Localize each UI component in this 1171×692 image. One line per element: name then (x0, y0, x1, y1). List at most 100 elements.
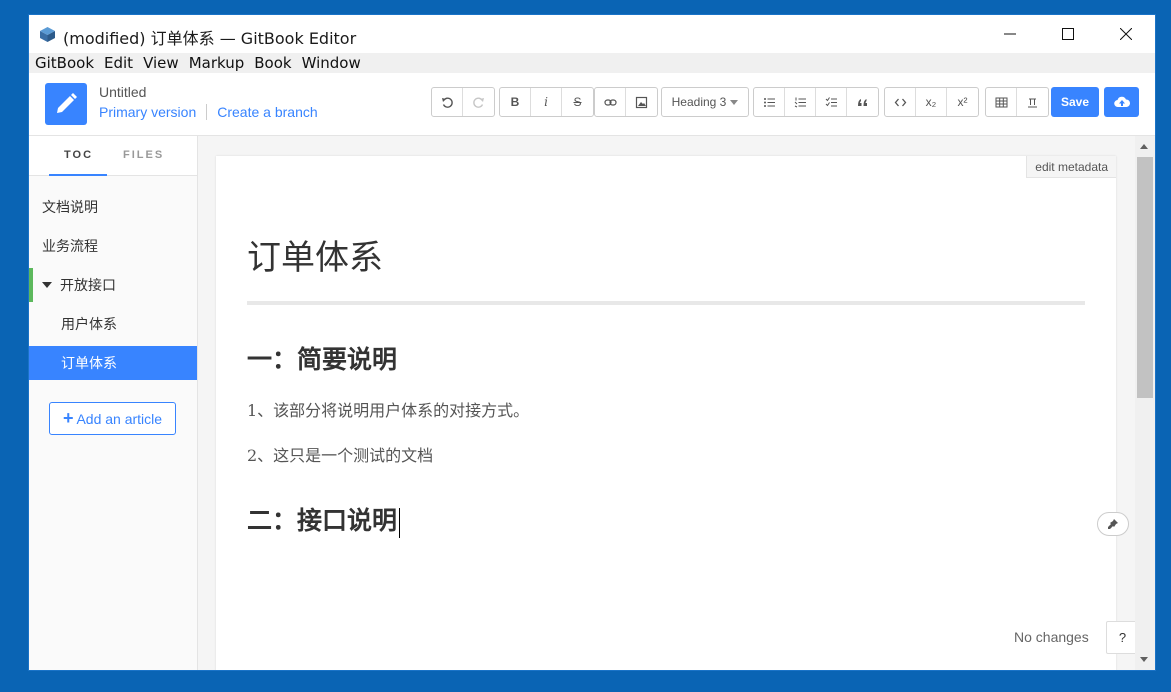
scroll-down-arrow-icon[interactable] (1140, 657, 1148, 662)
caret-down-icon[interactable] (42, 282, 52, 288)
plus-icon: + (62, 408, 74, 428)
editor-page[interactable]: edit metadata 订单体系 一：简要说明 1、该部分将说明用户体系的对… (216, 156, 1116, 670)
toc-item-order-system[interactable]: 订单体系 (29, 346, 197, 380)
save-status: No changes (1014, 629, 1089, 645)
toc-item-label: 用户体系 (61, 317, 117, 333)
save-button[interactable]: Save (1051, 87, 1099, 117)
vertical-scrollbar[interactable] (1135, 136, 1155, 670)
menu-edit[interactable]: Edit (104, 54, 133, 72)
superscript-button[interactable]: x² (947, 88, 978, 116)
edit-metadata-button[interactable]: edit metadata (1026, 156, 1116, 178)
redo-button[interactable] (463, 88, 494, 116)
window-title: (modified) 订单体系 — GitBook Editor (63, 29, 357, 48)
tab-files[interactable]: FILES (123, 149, 164, 161)
task-list-button[interactable] (816, 88, 847, 116)
pin-button[interactable] (1097, 512, 1129, 536)
gitbook-app-icon (40, 27, 55, 42)
toc-item-label: 开放接口 (60, 278, 116, 294)
bold-button[interactable]: B (500, 88, 531, 116)
menu-gitbook[interactable]: GitBook (35, 54, 94, 72)
add-article-label: Add an article (76, 410, 163, 427)
sidebar-tabs: TOC FILES (29, 136, 197, 176)
menu-markup[interactable]: Markup (189, 54, 245, 72)
link-separator (206, 104, 208, 120)
toc-item-label: 业务流程 (42, 239, 98, 255)
editor-header: Untitled Primary version Create a branch… (29, 73, 1155, 136)
link-button[interactable] (595, 88, 626, 116)
tab-toc[interactable]: TOC (64, 149, 93, 161)
minimize-icon (1004, 33, 1016, 35)
bullet-list-icon (763, 97, 775, 107)
paragraph-2[interactable]: 2、这只是一个测试的文档 (247, 442, 433, 466)
bullet-list-button[interactable] (754, 88, 785, 116)
scroll-up-arrow-icon[interactable] (1140, 144, 1148, 149)
close-button[interactable] (1097, 15, 1155, 53)
toolbar-format: B i S (499, 87, 600, 117)
primary-version-link[interactable]: Primary version (99, 104, 196, 120)
table-icon (995, 97, 1007, 107)
book-title: Untitled (99, 84, 147, 100)
section-heading-1[interactable]: 一：简要说明 (247, 340, 397, 376)
toc-active-marker (29, 268, 33, 302)
checklist-icon (825, 96, 837, 106)
toc-item-label: 文档说明 (42, 200, 98, 216)
pencil-icon (57, 93, 77, 113)
toolbar-lists (753, 87, 885, 117)
title-bar: (modified) 订单体系 — GitBook Editor (29, 15, 1155, 53)
scrollbar-thumb[interactable] (1137, 157, 1153, 398)
numbered-list-button[interactable] (785, 88, 816, 116)
undo-icon (441, 97, 453, 108)
paragraph-1[interactable]: 1、该部分将说明用户体系的对接方式。 (247, 397, 529, 421)
toc-item-user-system[interactable]: 用户体系 (29, 307, 197, 341)
pin-icon (1108, 519, 1118, 529)
cloud-upload-icon (1113, 96, 1130, 108)
maximize-icon (1062, 28, 1074, 40)
code-button[interactable] (885, 88, 916, 116)
menu-bar: GitBook Edit View Markup Book Window (29, 53, 1155, 73)
create-branch-link[interactable]: Create a branch (217, 104, 317, 120)
app-window: (modified) 订单体系 — GitBook Editor GitBook… (29, 15, 1155, 670)
toolbar-table (985, 87, 1055, 117)
maximize-button[interactable] (1039, 15, 1097, 53)
editor-area: edit metadata 订单体系 一：简要说明 1、该部分将说明用户体系的对… (198, 136, 1139, 670)
menu-window[interactable]: Window (302, 54, 361, 72)
toolbar-insert (594, 87, 664, 117)
toc-item-doc-intro[interactable]: 文档说明 (29, 190, 197, 224)
active-tab-indicator (49, 174, 107, 176)
image-icon (635, 96, 648, 108)
add-article-button[interactable]: + Add an article (49, 402, 176, 435)
toolbar-heading: Heading 3 (661, 87, 755, 117)
section-heading-2[interactable]: 二：接口说明 (247, 501, 401, 538)
heading-select[interactable]: Heading 3 (662, 88, 748, 116)
redo-icon (473, 97, 484, 108)
toc-item-business-flow[interactable]: 业务流程 (29, 229, 197, 263)
quote-icon (858, 98, 867, 106)
strikethrough-button[interactable]: S (562, 88, 593, 116)
sidebar: TOC FILES 文档说明 业务流程 开放接口 用户体系 订单体系 + Add… (29, 136, 198, 670)
subscript-button[interactable]: x₂ (916, 88, 947, 116)
toc-item-label: 订单体系 (61, 356, 117, 372)
numbered-list-icon (794, 97, 806, 107)
heading-rule (247, 301, 1085, 305)
toc-item-open-api[interactable]: 开放接口 (29, 268, 197, 302)
text-cursor (399, 507, 401, 538)
code-icon (894, 98, 906, 106)
minimize-button[interactable] (981, 15, 1039, 53)
math-icon (1028, 98, 1037, 107)
toolbar-history (431, 87, 501, 117)
edit-logo (45, 83, 87, 125)
math-button[interactable] (1017, 88, 1048, 116)
chevron-down-icon (730, 99, 739, 105)
menu-view[interactable]: View (143, 54, 179, 72)
blockquote-button[interactable] (847, 88, 878, 116)
menu-book[interactable]: Book (254, 54, 291, 72)
undo-button[interactable] (432, 88, 463, 116)
close-icon (1120, 28, 1132, 40)
page-heading-1[interactable]: 订单体系 (247, 230, 383, 279)
table-button[interactable] (986, 88, 1017, 116)
toolbar-code: x₂ x² (884, 87, 985, 117)
sync-button[interactable] (1104, 87, 1139, 117)
italic-button[interactable]: i (531, 88, 562, 116)
section-heading-2-text: 二：接口说明 (247, 506, 398, 535)
image-button[interactable] (626, 88, 657, 116)
